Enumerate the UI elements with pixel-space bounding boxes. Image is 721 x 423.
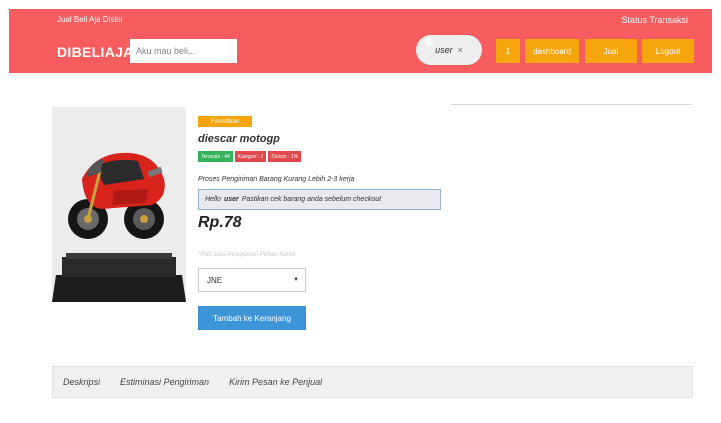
logout-button[interactable]: Logout xyxy=(642,39,694,63)
favorite-button[interactable]: Favoritkan xyxy=(198,116,252,127)
tab-kirim-pesan[interactable]: Kirim Pesan ke Penjual xyxy=(229,377,322,387)
dashboard-button[interactable]: dashboard xyxy=(525,39,579,63)
product-image xyxy=(52,107,186,302)
product-tabs: Deskripsi Estiminasi Pengiriman Kirim Pe… xyxy=(52,366,693,398)
tab-deskripsi[interactable]: Deskripsi xyxy=(63,377,100,387)
caret-down-icon: ▼ xyxy=(293,277,299,283)
brand-logo[interactable]: DIBELIAJA xyxy=(57,44,134,60)
courier-hint: *Pilih Jasa Pengiriman Pilihan Kamu xyxy=(198,252,296,258)
avatar xyxy=(425,38,433,46)
close-icon[interactable]: × xyxy=(458,45,463,55)
product-title: diescar motogp xyxy=(198,133,280,145)
tagline: Jual Beli Aja Disini xyxy=(57,15,123,24)
stock-badge: Tersedia : 44 xyxy=(198,151,233,162)
user-label: user xyxy=(435,45,453,55)
alert-user: user xyxy=(223,196,239,203)
courier-select[interactable]: JNE ▼ xyxy=(198,268,306,292)
product-price: Rp.78 xyxy=(198,214,242,231)
category-badge: Kategori : 1 xyxy=(234,151,267,162)
shipping-note: Proses Pengiriman Barang Kurang Lebih 2-… xyxy=(198,176,355,183)
discount-badge: Diskon : 1% xyxy=(268,151,301,162)
courier-selected-value: JNE xyxy=(207,275,223,285)
divider xyxy=(451,104,692,105)
search-input[interactable] xyxy=(130,39,237,63)
alert-prefix: Hello xyxy=(205,196,221,203)
product-chips: Tersedia : 44 Kategori : 1 Diskon : 1% xyxy=(198,151,301,162)
user-menu[interactable]: user × xyxy=(416,35,482,65)
checkout-alert: Hello user Pastikan cek barang anda sebe… xyxy=(198,189,441,210)
add-to-cart-button[interactable]: Tambah ke Keranjang xyxy=(198,306,306,330)
motorcycle-model-icon xyxy=(52,107,186,302)
alert-text: Pastikan cek barang anda sebelum checkou… xyxy=(241,196,382,203)
tab-estimasi-pengiriman[interactable]: Estiminasi Pengiriman xyxy=(120,377,209,387)
cart-count-button[interactable]: 1 xyxy=(496,39,520,63)
jual-button[interactable]: Jual xyxy=(585,39,637,63)
top-navbar: Jual Beli Aja Disini Status Transaksi DI… xyxy=(9,9,712,73)
status-transaksi-link[interactable]: Status Transaksi xyxy=(621,15,688,25)
